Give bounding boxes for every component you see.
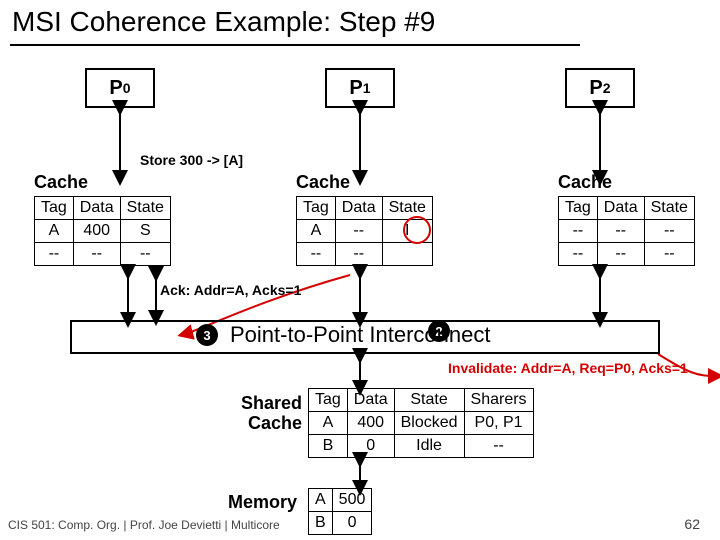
processor-p0: P0 [85,68,155,108]
cache-table-p2: TagDataState ------ ------ [558,196,695,266]
ack-annotation: Ack: Addr=A, Acks=1 [160,282,301,298]
memory-label: Memory [228,492,297,513]
processor-p2: P2 [565,68,635,108]
interconnect-label: Point-to-Point Interconnect [230,322,490,348]
footer-text: CIS 501: Comp. Org. | Prof. Joe Devietti… [8,518,280,532]
cache-label-p2: Cache [558,172,612,193]
store-annotation: Store 300 -> [A] [140,152,243,168]
cache-label-p1: Cache [296,172,350,193]
cache-table-p0: TagDataState A400S ------ [34,196,171,266]
page-number: 62 [684,516,700,532]
invalidate-annotation: Invalidate: Addr=A, Req=P0, Acks=1 [448,360,688,376]
shared-cache-table: TagDataStateSharers A400BlockedP0, P1 B0… [308,388,534,458]
cache-label-p0: Cache [34,172,88,193]
memory-table: A500 B0 [308,488,372,535]
shared-cache-label: SharedCache [222,394,302,434]
processor-p1: P1 [325,68,395,108]
state-highlight-ring [403,216,431,244]
